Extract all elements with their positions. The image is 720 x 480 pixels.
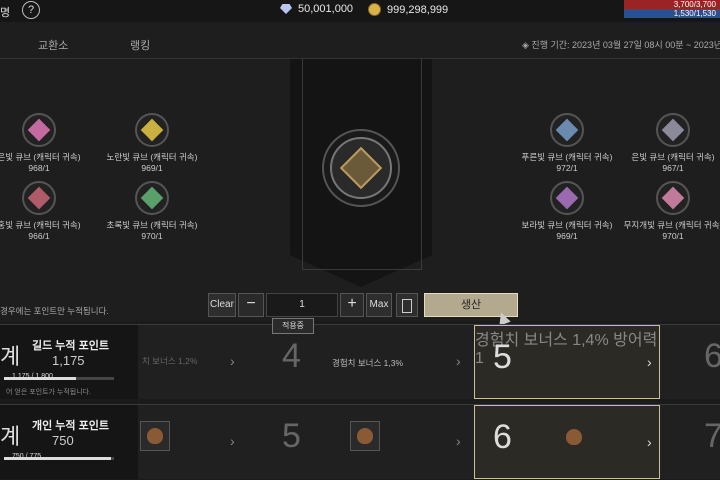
stage-cell: 7 xyxy=(664,405,720,479)
help-icon[interactable]: ? xyxy=(22,1,40,19)
item-count: 969/1 xyxy=(556,231,578,241)
stage-number: 6 xyxy=(493,418,512,456)
stage-bonus-text: 치 보너스 1,2% xyxy=(142,356,198,366)
item-label: 무지개빛 큐브 (캐릭터 귀속) xyxy=(623,220,720,230)
item-label: 푸른빛 큐브 (캐릭터 귀속) xyxy=(521,152,613,162)
item-count: 970/1 xyxy=(141,231,163,241)
guild-points-header: 계 길드 누적 포인트 1,175 1,175 / 1,800 어 얻은 포인트… xyxy=(0,325,138,399)
quantity-input[interactable]: 1 xyxy=(266,293,338,317)
current-stage-highlight[interactable]: 5 경험치 보너스 1,4% 방어력 1 › xyxy=(474,325,660,399)
item-count: 970/1 xyxy=(662,231,684,241)
cube-icon xyxy=(27,186,51,210)
gold-amount: 999,298,999 xyxy=(387,3,449,16)
chevron-right-icon: › xyxy=(230,353,235,369)
item-label: 보라빛 큐브 (캐릭터 귀속) xyxy=(521,220,613,230)
reward-bag-icon[interactable] xyxy=(350,421,380,451)
stage-number: 5 xyxy=(493,338,512,376)
tab-exchange[interactable]: 교환소 xyxy=(38,37,68,53)
accumulation-note: 경우에는 포인트만 누적됩니다. xyxy=(0,306,109,316)
cube-icon xyxy=(555,118,579,142)
cube-icon xyxy=(140,186,164,210)
gem-icon xyxy=(280,4,292,14)
item-label: 초록빛 큐브 (캐릭터 귀속) xyxy=(106,220,198,230)
cube-icon xyxy=(140,118,164,142)
item-label: 은빛 큐브 (캐릭터 귀속) xyxy=(0,152,81,162)
gem-amount: 50,001,000 xyxy=(298,3,354,15)
stage-number: 4 xyxy=(282,337,301,375)
cube-icon xyxy=(555,186,579,210)
guild-progress-text: 1,175 / 1,800 xyxy=(12,373,53,380)
calculator-button[interactable] xyxy=(396,293,418,317)
material-item[interactable]: 초록빛 큐브 (캐릭터 귀속) 970/1 xyxy=(97,181,207,241)
item-label: 은빛 큐브 (캐릭터 귀속) xyxy=(631,152,715,162)
item-count: 969/1 xyxy=(141,163,163,173)
material-item[interactable]: 보라빛 큐브 (캐릭터 귀속) 969/1 xyxy=(512,181,622,241)
page-title: 명 xyxy=(0,7,11,19)
max-button[interactable]: Max xyxy=(366,293,392,317)
material-item[interactable]: 홍빛 큐브 (캐릭터 귀속) 966/1 xyxy=(0,181,94,241)
event-period: ◈ 진행 기간: 2023년 03월 27일 08시 00분 ~ 2023년 0… xyxy=(522,40,720,50)
calculator-icon xyxy=(402,299,412,313)
row-glyph: 계 xyxy=(0,424,21,449)
gem-currency: 50,001,000 xyxy=(280,3,353,15)
guild-points-note: 어 얻은 포인트가 누적됩니다. xyxy=(6,389,92,396)
material-item[interactable]: 푸른빛 큐브 (캐릭터 귀속) 972/1 xyxy=(512,113,622,173)
personal-points-header: 계 개인 누적 포인트 750 750 / 775 xyxy=(0,405,138,479)
item-count: 967/1 xyxy=(662,163,684,173)
chevron-right-icon: › xyxy=(647,434,652,450)
cube-icon xyxy=(661,118,685,142)
chevron-right-icon: › xyxy=(456,433,461,449)
personal-points-title: 개인 누적 포인트 xyxy=(32,420,109,432)
chevron-right-icon: › xyxy=(456,353,461,369)
stage-cell: 6 xyxy=(664,325,720,399)
applied-badge: 적용중 xyxy=(272,318,314,334)
item-count: 972/1 xyxy=(556,163,578,173)
personal-progress-text: 750 / 775 xyxy=(12,453,42,460)
item-count: 968/1 xyxy=(28,163,50,173)
gold-currency: 999,298,999 xyxy=(368,3,448,16)
cube-icon xyxy=(27,118,51,142)
increase-button[interactable]: + xyxy=(340,293,364,317)
decrease-button[interactable]: − xyxy=(238,293,264,317)
current-stage-highlight[interactable]: 6 › xyxy=(474,405,660,479)
crafting-panel: 은빛 큐브 (캐릭터 귀속) 968/1 노란빛 큐브 (캐릭터 귀속) 969… xyxy=(0,59,720,321)
personal-points-row: 계 개인 누적 포인트 750 750 / 775 › 5 › 6 › 7 xyxy=(0,404,720,479)
mp-bar: 1,530/1,530 xyxy=(624,9,720,18)
top-bar: 명 ? 50,001,000 999,298,999 3,700/3,700 1… xyxy=(0,0,720,22)
chevron-right-icon: › xyxy=(647,354,652,370)
row-glyph: 계 xyxy=(0,344,21,369)
gold-coin-icon xyxy=(368,3,381,16)
chevron-right-icon: › xyxy=(230,433,235,449)
guild-points-row: 계 길드 누적 포인트 1,175 1,175 / 1,800 어 얻은 포인트… xyxy=(0,324,720,399)
tab-ranking[interactable]: 랭킹 xyxy=(130,37,150,53)
stage-number: 5 xyxy=(282,417,301,455)
stage-bonus-text: 경험치 보너스 1,3% xyxy=(332,358,404,368)
clear-button[interactable]: Clear xyxy=(208,293,236,317)
personal-points-value: 750 xyxy=(52,433,74,448)
item-label: 홍빛 큐브 (캐릭터 귀속) xyxy=(0,220,81,230)
stage-cell: 4 경험치 보너스 1,3% xyxy=(250,325,470,399)
guild-points-title: 길드 누적 포인트 xyxy=(32,340,109,352)
material-item[interactable]: 무지개빛 큐브 (캐릭터 귀속) 970/1 xyxy=(618,181,720,241)
material-item[interactable]: 은빛 큐브 (캐릭터 귀속) 968/1 xyxy=(0,113,94,173)
hp-bar: 3,700/3,700 xyxy=(624,0,720,9)
item-count: 966/1 xyxy=(28,231,50,241)
stage-number: 6 xyxy=(704,337,720,375)
reward-bag-icon[interactable] xyxy=(140,421,170,451)
tab-row: 교환소 랭킹 ◈ 진행 기간: 2023년 03월 27일 08시 00분 ~ … xyxy=(0,22,720,59)
cube-icon xyxy=(661,186,685,210)
stage-number: 7 xyxy=(704,417,720,455)
item-label: 노란빛 큐브 (캐릭터 귀속) xyxy=(106,152,198,162)
guild-points-value: 1,175 xyxy=(52,353,85,368)
material-item[interactable]: 노란빛 큐브 (캐릭터 귀속) 969/1 xyxy=(97,113,207,173)
material-item[interactable]: 은빛 큐브 (캐릭터 귀속) 967/1 xyxy=(618,113,720,173)
reward-bag-icon[interactable] xyxy=(559,422,589,452)
